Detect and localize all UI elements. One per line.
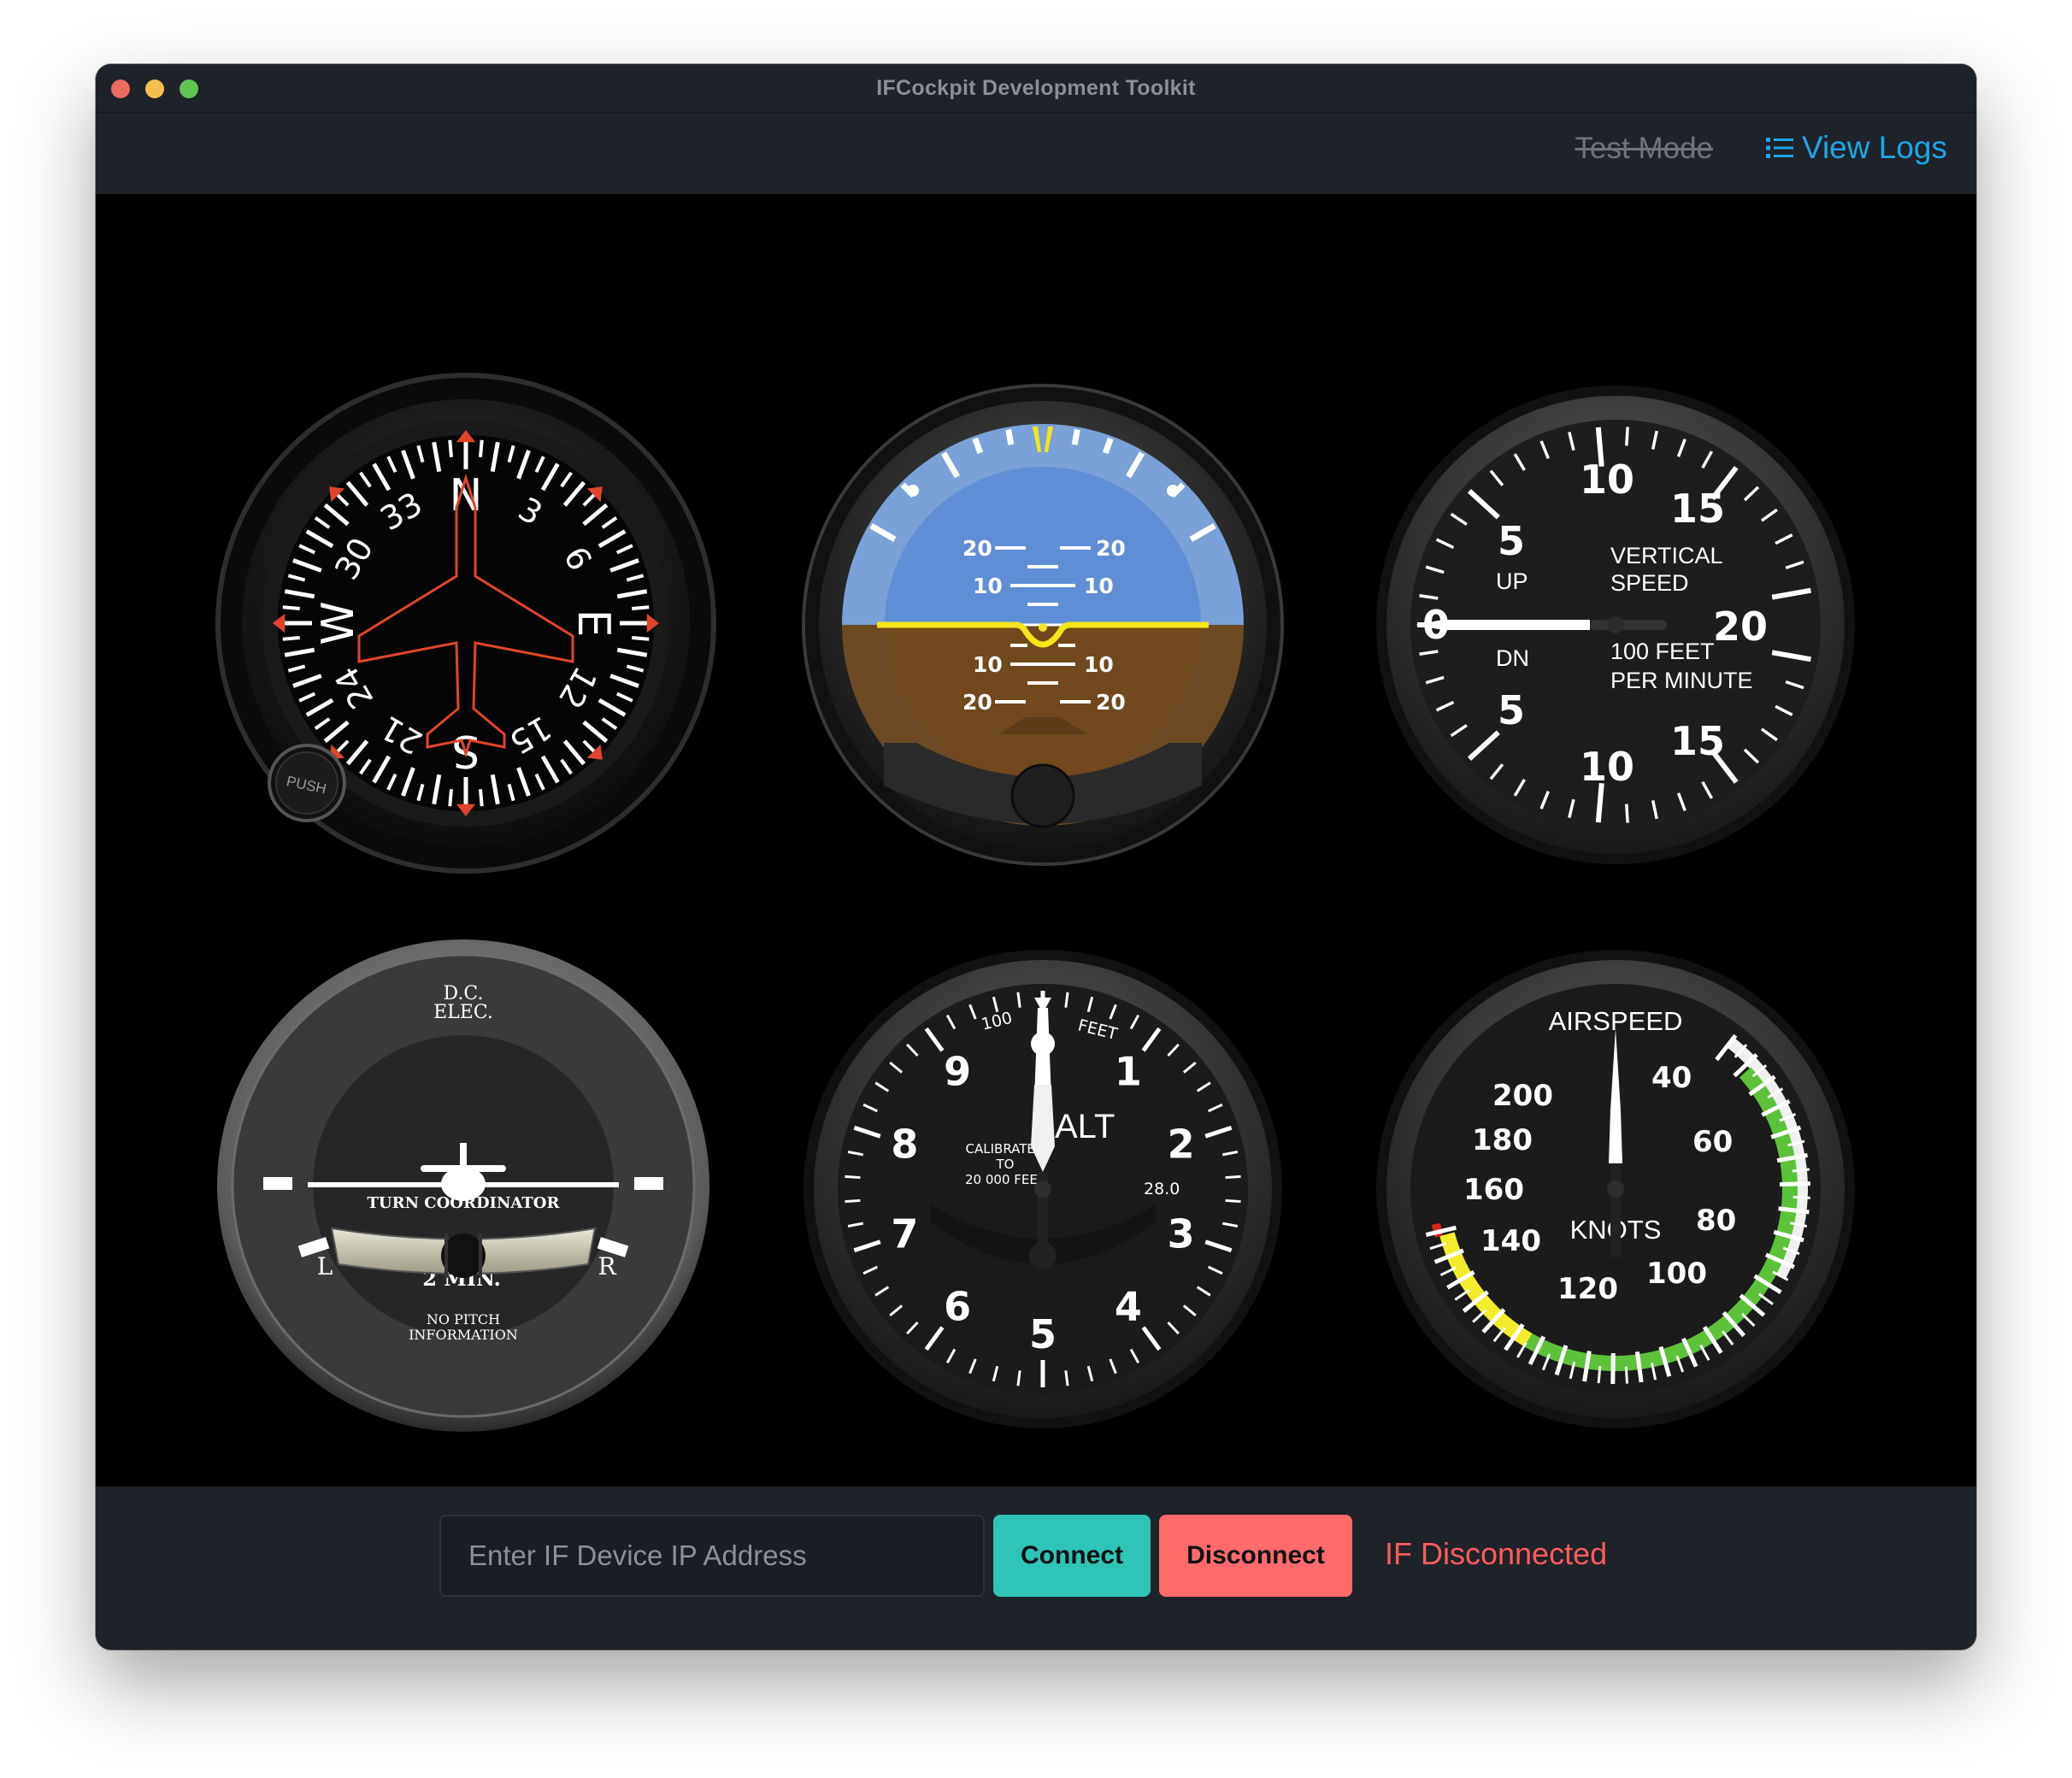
title-bar: IFCockpit Development Toolkit	[96, 64, 1976, 112]
altimeter-tick	[845, 1175, 861, 1180]
test-mode-toggle[interactable]: Test Mode	[1575, 132, 1713, 166]
view-logs-label: View Logs	[1801, 130, 1947, 165]
ip-address-input[interactable]	[439, 1515, 985, 1597]
alt-calibrated: TO	[996, 1157, 1015, 1172]
altimeter-tick	[1225, 1175, 1241, 1180]
app-window: IFCockpit Development Toolkit Test Mode …	[96, 64, 1976, 1650]
top-toolbar: Test Mode View Logs	[96, 112, 1976, 194]
tc-bottom-label: NO PITCH	[427, 1311, 500, 1328]
airspeed-label: 80	[1696, 1204, 1736, 1238]
airspeed-tick	[1610, 1352, 1616, 1385]
tc-top-label: ELEC.	[433, 1002, 493, 1023]
airspeed-label: 100	[1646, 1257, 1707, 1291]
heading-tick	[282, 605, 300, 610]
minimize-window-button[interactable]	[145, 79, 164, 98]
tc-left: L	[317, 1252, 333, 1281]
pitch-label: 20	[1096, 690, 1126, 715]
bank-tick	[1071, 428, 1080, 445]
attitude-adjust-knob[interactable]	[1010, 763, 1075, 828]
altimeter-number: 5	[1029, 1311, 1057, 1357]
pitch-label: 10	[973, 652, 1003, 677]
alt-calibrated: 20 000 FEET	[965, 1172, 1046, 1187]
attitude-indicator: 20 20 10 10 10 10 20 20	[802, 384, 1284, 866]
vsi-tick	[1625, 427, 1629, 446]
altimeter-number: 9	[944, 1048, 971, 1094]
connection-status: IF Disconnected	[1385, 1536, 1608, 1571]
pitch-label: 20	[962, 536, 992, 561]
heading-label: E	[568, 609, 619, 638]
vsi-title: VERTICAL	[1610, 543, 1723, 568]
tc-bottom-label: INFORMATION	[409, 1327, 518, 1343]
pitch-label: 20	[1096, 536, 1126, 561]
vsi-up: UP	[1496, 568, 1528, 594]
airspeed-label: 40	[1651, 1061, 1692, 1095]
connection-bar: Connect Disconnect IF Disconnected	[96, 1487, 1976, 1650]
view-logs-button[interactable]: View Logs	[1765, 130, 1947, 166]
push-knob[interactable]: PUSH	[268, 744, 346, 822]
heading-tick	[632, 636, 650, 641]
heading-tick	[448, 439, 453, 457]
vsi-unit: 100 FEET	[1610, 639, 1715, 664]
heading-tick	[448, 789, 453, 807]
airspeed-tick	[1792, 1168, 1810, 1173]
pitch-label: 20	[962, 690, 992, 715]
heading-tick	[282, 636, 300, 641]
connect-button[interactable]: Connect	[993, 1515, 1151, 1597]
maximize-window-button[interactable]	[180, 79, 198, 98]
close-window-button[interactable]	[111, 79, 130, 98]
alt-label: ALT	[1055, 1108, 1115, 1145]
pitch-label: 10	[1084, 652, 1114, 677]
altimeter-tick	[1225, 1198, 1241, 1204]
turn-coordinator: D.C. ELEC. TURN COORDINATOR 2 MIN. NO PI…	[217, 939, 709, 1432]
vsi-label: 5	[1498, 518, 1525, 564]
vsi-tick	[1625, 804, 1629, 823]
vsi-label: 15	[1670, 486, 1725, 532]
altimeter-number: 2	[1168, 1121, 1195, 1167]
vsi-label: 5	[1498, 687, 1525, 733]
heading-tick	[479, 439, 484, 457]
airspeed-indicator: 40 60 80 100 120 140 160 180 200 AIRSPEE…	[1376, 950, 1855, 1428]
heading-label: W	[313, 601, 364, 645]
window-title: IFCockpit Development Toolkit	[876, 75, 1196, 100]
airspeed-label: 120	[1557, 1272, 1618, 1306]
heading-indicator: N 36E1215S2124W3033 PUSH	[215, 373, 716, 874]
heading-tick	[632, 605, 650, 610]
airspeed-label: 140	[1480, 1224, 1541, 1258]
airspeed-label: 60	[1692, 1125, 1733, 1159]
kollsman-window: 28.0	[1144, 1180, 1180, 1198]
vertical-speed-indicator: 5 10 15 20 5 10 15 0 UP DN VERTICAL SPEE…	[1376, 386, 1855, 864]
vsi-label: 10	[1580, 456, 1634, 503]
pitch-label: 10	[1084, 574, 1114, 598]
altimeter-tick	[845, 1198, 861, 1204]
vsi-label: 20	[1713, 603, 1768, 650]
vsi-needle	[1416, 620, 1590, 630]
instrument-panel: N 3 6 E 12 15 S 21 24 W 30 33 PUSH 20 20…	[96, 194, 1976, 1487]
airspeed-tick	[1597, 1366, 1602, 1384]
vsi-label: 10	[1580, 744, 1634, 790]
tc-right: R	[597, 1252, 616, 1281]
airspeed-tick	[1624, 1366, 1629, 1384]
altimeter-number: 4	[1115, 1284, 1142, 1330]
vsi-title: SPEED	[1610, 570, 1689, 596]
airspeed-tick	[1779, 1181, 1810, 1187]
bank-tick	[1005, 428, 1015, 445]
altimeter-number: 3	[1168, 1211, 1195, 1257]
vsi-dn: DN	[1496, 645, 1529, 671]
altimeter-number: 6	[944, 1284, 971, 1330]
airspeed-label: 200	[1492, 1079, 1553, 1113]
altimeter: 123456789 100 FEET ALT CALIBRATED TO 20 …	[803, 950, 1282, 1428]
list-icon	[1765, 138, 1793, 158]
vsi-label: 15	[1670, 718, 1725, 764]
pitch-label: 10	[973, 574, 1003, 598]
airspeed-label: 180	[1472, 1123, 1533, 1157]
disconnect-button[interactable]: Disconnect	[1159, 1515, 1352, 1597]
vsi-unit: PER MINUTE	[1610, 668, 1753, 693]
airspeed-label: 160	[1463, 1173, 1524, 1207]
altimeter-number: 8	[891, 1121, 918, 1167]
altimeter-number: 1	[1115, 1048, 1142, 1094]
altimeter-number: 7	[891, 1211, 918, 1257]
heading-tick	[479, 789, 484, 807]
airspeed-tick	[1792, 1195, 1810, 1199]
